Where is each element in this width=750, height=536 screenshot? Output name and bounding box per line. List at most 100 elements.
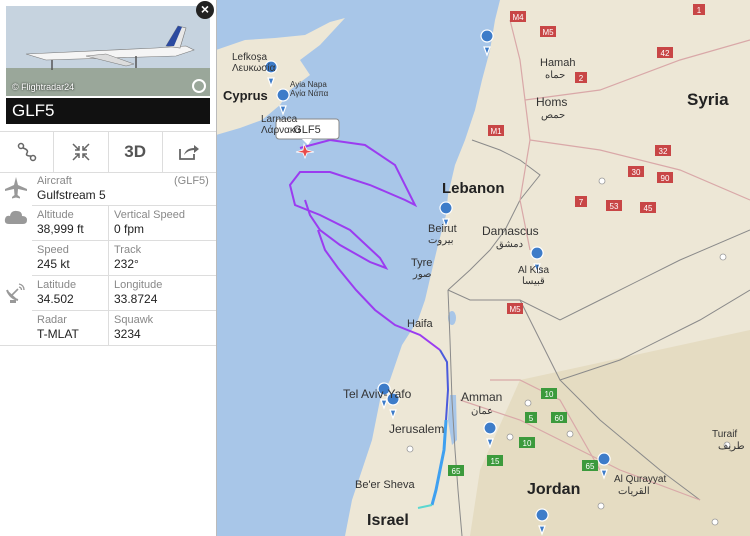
latitude-value: 34.502 bbox=[37, 292, 74, 306]
share-icon bbox=[179, 145, 200, 160]
radar-value: T-MLAT bbox=[37, 327, 79, 341]
country-label-cyprus: Cyprus bbox=[223, 88, 268, 103]
road-shield-text: 15 bbox=[491, 457, 500, 466]
longitude-label: Longitude bbox=[114, 279, 163, 291]
road-shield-text: M5 bbox=[542, 28, 554, 37]
aircraft-code: (GLF5) bbox=[174, 175, 209, 187]
fit-view-button[interactable] bbox=[54, 132, 109, 172]
longitude-field: Longitude 33.8724 bbox=[114, 278, 162, 306]
photo-credit: © Flightradar24 bbox=[12, 82, 75, 92]
radar-field: Radar T-MLAT bbox=[37, 313, 79, 341]
city-label: Homs bbox=[536, 95, 567, 109]
road-shield-text: 2 bbox=[579, 74, 584, 83]
city-label: حماه bbox=[545, 70, 565, 81]
country-label-lebanon: Lebanon bbox=[442, 180, 505, 197]
road-shield: M5 bbox=[507, 303, 523, 314]
panel-toolbar: 3D bbox=[0, 131, 216, 173]
city-label: عمان bbox=[471, 406, 493, 417]
track-value: 232° bbox=[114, 257, 139, 271]
latitude-field: Latitude 34.502 bbox=[37, 278, 76, 306]
country-label-jordan: Jordan bbox=[527, 481, 580, 498]
city-label: بيروت bbox=[428, 235, 454, 246]
latitude-label: Latitude bbox=[37, 279, 77, 291]
city-label: Al Kisa bbox=[518, 265, 550, 276]
road-shield: 15 bbox=[487, 455, 503, 466]
zoom-icon[interactable] bbox=[192, 79, 206, 93]
city-label: قبيسا bbox=[522, 276, 545, 287]
radar-label: Radar bbox=[37, 314, 67, 326]
city-label: Al Qurayyat bbox=[614, 474, 666, 485]
speed-field: Speed 245 kt bbox=[37, 243, 70, 271]
road-shield: M5 bbox=[540, 26, 556, 37]
cloud-icon bbox=[4, 210, 27, 224]
road-shield-text: M1 bbox=[490, 127, 502, 136]
road-shield: M4 bbox=[510, 11, 526, 22]
city-dot bbox=[406, 445, 414, 453]
city-label: طريف bbox=[718, 441, 745, 452]
vertical-speed-field: Vertical Speed 0 fpm bbox=[114, 208, 185, 236]
road-shield-text: 32 bbox=[659, 147, 668, 156]
city-dot bbox=[506, 433, 514, 441]
road-shield: 65 bbox=[448, 465, 464, 476]
city-label: Hamah bbox=[540, 57, 575, 69]
city-label: Tyre bbox=[411, 257, 432, 269]
city-dot bbox=[597, 502, 605, 510]
altitude-label: Altitude bbox=[37, 209, 74, 221]
road-shield-text: 5 bbox=[529, 414, 534, 423]
vertical-speed-value: 0 fpm bbox=[114, 222, 145, 236]
city-label: Λευκωσία bbox=[232, 62, 276, 74]
close-button[interactable]: × bbox=[196, 1, 214, 19]
road-shield-text: M4 bbox=[512, 13, 524, 22]
city-label: صور bbox=[412, 269, 432, 280]
road-shield-text: 45 bbox=[644, 204, 653, 213]
city-label: Beirut bbox=[428, 223, 457, 235]
road-shield-text: 60 bbox=[555, 414, 564, 423]
road-shield: M1 bbox=[488, 125, 504, 136]
road-shield: 10 bbox=[519, 437, 535, 448]
road-shield: 10 bbox=[541, 388, 557, 399]
road-shield-text: 65 bbox=[586, 462, 595, 471]
road-shield-text: 90 bbox=[661, 174, 670, 183]
view-3d-button[interactable]: 3D bbox=[109, 132, 163, 172]
road-shield: 42 bbox=[657, 47, 673, 58]
track-field: Track 232° bbox=[114, 243, 141, 271]
squawk-field: Squawk 3234 bbox=[114, 313, 153, 341]
share-button[interactable] bbox=[163, 132, 216, 172]
city-label: Tel Aviv-Yafo bbox=[343, 387, 412, 401]
city-dot bbox=[566, 430, 574, 438]
aircraft-photo[interactable]: © Flightradar24 bbox=[6, 6, 210, 96]
city-label: دمشق bbox=[496, 239, 523, 250]
route-button[interactable] bbox=[0, 132, 55, 172]
altitude-field: Altitude 38,999 ft bbox=[37, 208, 84, 236]
country-label-syria: Syria bbox=[687, 90, 729, 109]
road-shield: 45 bbox=[640, 202, 656, 213]
road-shield: 32 bbox=[655, 145, 671, 156]
city-label: القريات bbox=[618, 486, 650, 497]
city-label: Damascus bbox=[482, 224, 539, 238]
callsign-title: GLF5 bbox=[6, 98, 210, 124]
plane-icon bbox=[5, 177, 27, 199]
city-dot bbox=[711, 518, 719, 526]
road-shield-text: 53 bbox=[610, 202, 619, 211]
road-shield-text: 1 bbox=[697, 6, 702, 15]
city-label: Amman bbox=[461, 390, 502, 404]
road-shield: 90 bbox=[657, 172, 673, 183]
road-shield: 30 bbox=[628, 166, 644, 177]
city-label: Haifa bbox=[407, 318, 434, 330]
road-shield: 7 bbox=[575, 196, 587, 207]
vertical-speed-label: Vertical Speed bbox=[114, 209, 185, 221]
track-label: Track bbox=[114, 244, 142, 256]
speed-value: 245 kt bbox=[37, 257, 70, 271]
road-shield-text: 10 bbox=[523, 439, 532, 448]
squawk-value: 3234 bbox=[114, 327, 141, 341]
squawk-label: Squawk bbox=[114, 314, 154, 326]
city-label: Lefkoşa bbox=[232, 52, 267, 63]
aircraft-label: Aircraft bbox=[37, 175, 72, 187]
city-label: Αγία Νάπα bbox=[290, 89, 329, 98]
altitude-value: 38,999 ft bbox=[37, 222, 84, 236]
aircraft-model: Gulfstream 5 bbox=[37, 188, 106, 202]
radar-icon bbox=[6, 283, 25, 303]
road-shield: 1 bbox=[693, 4, 705, 15]
city-label: Larnaca bbox=[261, 114, 298, 125]
city-label: Ayia Napa bbox=[290, 80, 327, 89]
